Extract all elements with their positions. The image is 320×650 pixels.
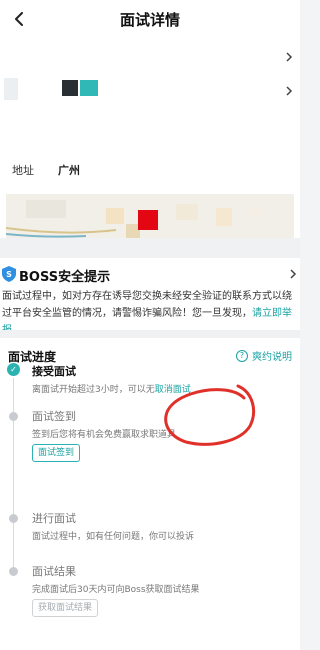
- job-info-card[interactable]: 地址 广州: [0, 38, 300, 278]
- step-desc: 面试过程中，如有任何问题，你可以投诉: [32, 532, 195, 542]
- shield-icon: S: [2, 266, 16, 282]
- chevron-right-icon: [286, 86, 293, 96]
- step-desc: 离面试开始超过3小时，可以无取消面试: [32, 382, 191, 395]
- check-in-button[interactable]: 面试签到: [32, 444, 81, 462]
- step-title: 进行面试: [32, 512, 76, 525]
- no-show-explanation-link[interactable]: ? 爽约说明: [236, 348, 292, 363]
- top-bar: 面试详情: [0, 0, 300, 38]
- blurred-block-teal: [80, 80, 98, 96]
- cancel-interview-link[interactable]: 取消面试: [155, 385, 191, 395]
- back-arrow-icon: [15, 12, 23, 26]
- page-title: 面试详情: [119, 10, 180, 29]
- step-desc: 完成面试后30天内可向Boss获取面试结果: [32, 585, 200, 595]
- safety-notice[interactable]: S BOSS安全提示 面试过程中，如对方存在诱导您交换未经安全验证的联系方式以绕…: [0, 258, 300, 336]
- get-result-button[interactable]: 获取面试结果: [32, 599, 99, 617]
- step-title: 面试签到: [32, 410, 76, 423]
- help-label: 爽约说明: [252, 352, 292, 363]
- step-dot: [9, 514, 18, 523]
- safety-title: BOSS安全提示: [19, 270, 111, 285]
- interview-progress-card: 面试进度 ? 爽约说明 ✓ 接受面试 离面试开始超过3小时，可以无取消面试 面试…: [0, 338, 300, 650]
- step-desc: 签到后您将有机会免费赢取求职道具: [32, 430, 177, 440]
- chevron-right-icon: [290, 269, 297, 279]
- step-dot: [9, 567, 18, 576]
- blurred-company-logo: [4, 78, 18, 100]
- back-button[interactable]: [8, 8, 30, 30]
- svg-text:S: S: [6, 270, 12, 279]
- question-icon: ?: [236, 349, 248, 362]
- step-title: 面试结果: [32, 565, 76, 578]
- step-title: 接受面试: [32, 365, 76, 378]
- blurred-block-dark: [62, 80, 78, 96]
- address-label: 地址: [12, 164, 34, 177]
- step-dot: [9, 412, 18, 421]
- safety-body-text: 面试过程中，如对方存在诱导您交换未经安全验证的联系方式以绕过平台安全监管的情况，…: [2, 291, 292, 319]
- chevron-right-icon: [286, 52, 293, 62]
- section-divider: [0, 238, 300, 258]
- section-divider: [0, 330, 300, 338]
- step-desc-text: 离面试开始超过3小时，可以无: [32, 385, 155, 395]
- check-icon: ✓: [7, 363, 20, 376]
- address-value: 广州: [58, 164, 80, 177]
- timeline-line: [13, 378, 14, 574]
